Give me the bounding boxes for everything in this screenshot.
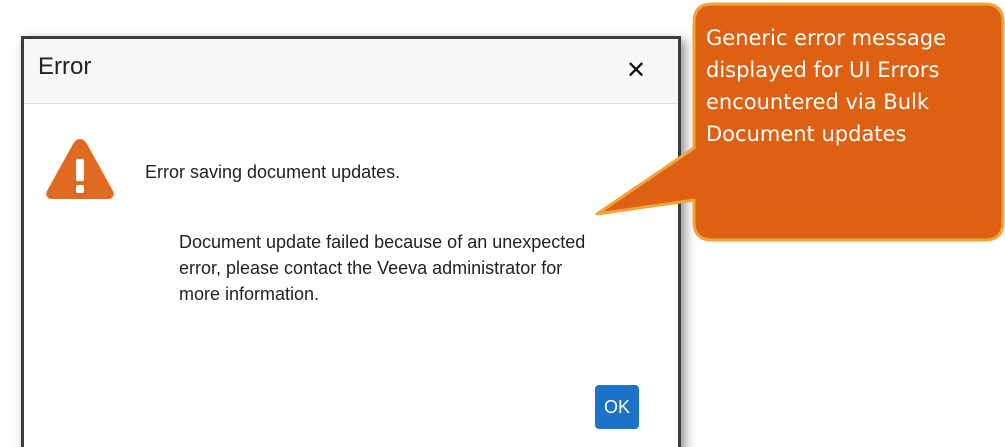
warning-triangle-icon xyxy=(46,139,114,199)
callout-line: Document updates xyxy=(706,122,907,146)
error-detail: Document update failed because of an une… xyxy=(179,232,586,304)
ok-button[interactable]: OK xyxy=(595,385,639,429)
error-heading: Error saving document updates. xyxy=(145,162,401,182)
close-icon[interactable]: ✕ xyxy=(622,56,650,84)
error-dialog: Error ✕ Error saving document updates. D… xyxy=(21,36,681,447)
callout-line: Generic error message xyxy=(706,26,947,50)
callout-line: encountered via Bulk xyxy=(706,90,930,114)
dialog-title: Error xyxy=(38,53,92,80)
screenshot-canvas: Error ✕ Error saving document updates. D… xyxy=(0,0,1005,447)
callout-line: displayed for UI Errors xyxy=(706,58,940,82)
callout-text: Generic error message displayed for UI E… xyxy=(706,22,1005,150)
dialog-header: Error ✕ xyxy=(24,39,678,104)
